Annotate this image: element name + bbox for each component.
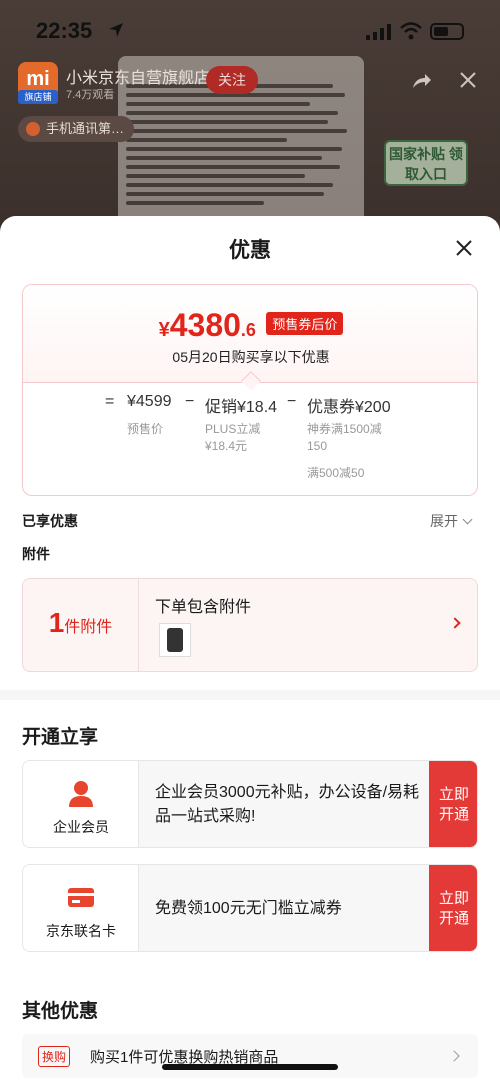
close-icon[interactable] xyxy=(458,70,478,90)
price-integer: 4380 xyxy=(169,307,241,343)
formula-promo-amount: ¥18.4元 xyxy=(205,439,248,453)
store-badge: 旗店铺 xyxy=(18,90,58,104)
activate-button[interactable]: 立即开通 xyxy=(429,865,477,951)
accessory-label: 附件 xyxy=(22,546,50,562)
price-date-text: 05月20日购买享以下优惠 xyxy=(172,349,330,365)
swap-tag: 换购 xyxy=(38,1046,71,1067)
formula-coupon: 优惠券¥200 xyxy=(307,399,391,416)
formula-coupon-label: 神券满1500减 xyxy=(307,422,382,436)
expand-button[interactable]: 展开 xyxy=(430,511,473,531)
accessory-count-box: 1件附件 xyxy=(23,579,139,671)
accessory-card[interactable]: 1件附件 下单包含附件 xyxy=(22,578,478,672)
swap-offer-row[interactable]: 换购 购买1件可优惠换购热销商品 xyxy=(22,1034,478,1078)
follow-button[interactable]: 关注 xyxy=(206,66,258,94)
membership-name: 企业会员 xyxy=(53,819,109,835)
store-name[interactable]: 小米京东自营旗舰店 xyxy=(66,64,210,88)
formula-base-price: ¥4599 xyxy=(127,393,172,410)
membership-description: 企业会员3000元补贴，办公设备/易耗品一站式采购! xyxy=(155,761,425,847)
category-chip[interactable]: 手机通讯第… xyxy=(18,116,135,142)
expand-label: 展开 xyxy=(430,513,458,529)
activate-button[interactable]: 立即开通 xyxy=(429,761,477,847)
other-discounts-title: 其他优惠 xyxy=(22,1001,99,1022)
battery-icon xyxy=(430,23,464,40)
card-icon xyxy=(68,888,94,907)
sheet-title: 优惠 xyxy=(229,239,271,262)
membership-left: 企业会员 xyxy=(23,761,139,847)
wifi-icon xyxy=(400,22,422,40)
membership-name: 京东联名卡 xyxy=(46,923,116,939)
person-icon xyxy=(69,781,93,807)
discount-sheet: 优惠 ¥4380.6 预售券后价 05月20日购买享以下优惠 = ¥4599 预… xyxy=(0,216,500,1081)
formula-promo-label: PLUS立减 xyxy=(205,422,261,436)
formula-minus: − xyxy=(185,393,195,410)
chevron-down-icon xyxy=(462,514,473,525)
membership-description: 免费领100元无门槛立减券 xyxy=(155,865,425,951)
membership-description-text: 企业会员3000元补贴，办公设备/易耗品一站式采购! xyxy=(155,784,420,825)
accessory-title: 下单包含附件 xyxy=(155,599,252,616)
close-icon[interactable] xyxy=(452,236,476,260)
chevron-right-icon xyxy=(449,617,461,629)
formula-minus: − xyxy=(287,393,297,410)
home-indicator[interactable] xyxy=(162,1064,338,1070)
fire-icon xyxy=(26,122,40,136)
accessory-thumbnail[interactable] xyxy=(159,623,191,657)
membership-left: 京东联名卡 xyxy=(23,865,139,951)
price-tag: 预售券后价 xyxy=(266,312,344,335)
price-decimal: .6 xyxy=(240,320,256,340)
formula-base-label: 预售价 xyxy=(127,422,164,436)
share-icon[interactable] xyxy=(410,70,432,92)
store-followers: 7.4万观看 xyxy=(66,89,115,101)
membership-description-text: 免费领100元无门槛立减券 xyxy=(155,900,342,917)
final-price: ¥4380.6 预售券后价 xyxy=(23,307,477,344)
price-currency: ¥ xyxy=(158,319,170,341)
formula-coupon-label-cont: 150 xyxy=(307,439,328,453)
price-breakdown-card: ¥4380.6 预售券后价 05月20日购买享以下优惠 = ¥4599 预售价 … xyxy=(22,284,478,496)
price-formula: = ¥4599 预售价 − 促销¥18.4 PLUS立减 ¥18.4元 − 优惠… xyxy=(23,393,477,493)
status-time: 22:35 xyxy=(36,18,93,43)
category-chip-label: 手机通讯第… xyxy=(46,121,125,136)
accessory-count: 1 xyxy=(48,607,65,638)
membership-card-enterprise[interactable]: 企业会员 企业会员3000元补贴，办公设备/易耗品一站式采购! 立即开通 xyxy=(22,760,478,848)
formula-promo: 促销¥18.4 xyxy=(205,399,278,416)
location-arrow-icon xyxy=(109,23,123,37)
accessory-unit: 件附件 xyxy=(64,619,113,636)
status-bar: 22:35 xyxy=(0,0,500,58)
enjoyed-discounts-label: 已享优惠 xyxy=(22,513,78,529)
formula-equals: = xyxy=(105,393,115,410)
open-section-title: 开通立享 xyxy=(22,727,99,748)
signal-icon xyxy=(366,24,391,40)
subsidy-banner[interactable]: 国家补贴 领取入口 xyxy=(384,140,468,186)
price-header: ¥4380.6 预售券后价 05月20日购买享以下优惠 xyxy=(23,285,477,383)
background-page: mi 旗店铺 小米京东自营旗舰店 7.4万观看 关注 手机通讯第… 国家补贴 领… xyxy=(0,0,500,240)
formula-coupon-label-2: 满500减50 xyxy=(307,466,365,480)
section-divider xyxy=(0,690,500,700)
membership-card-jd-card[interactable]: 京东联名卡 免费领100元无门槛立减券 立即开通 xyxy=(22,864,478,952)
chevron-right-icon xyxy=(448,1050,460,1062)
